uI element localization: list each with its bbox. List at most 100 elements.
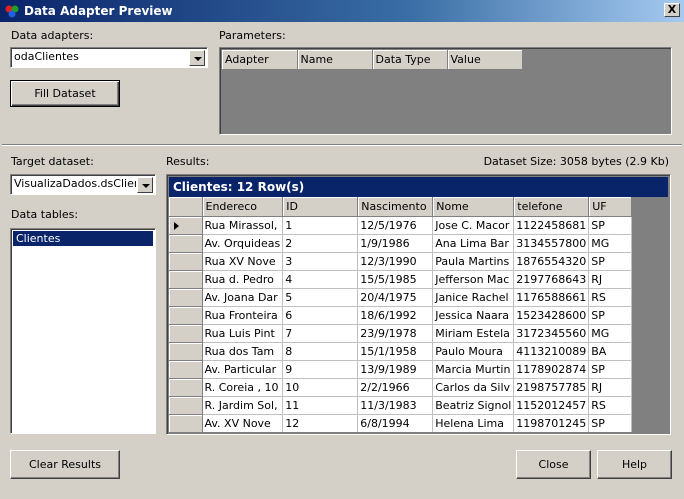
results-grid[interactable]: Clientes: 12 Row(s) Endereco ID Nascimento… — [166, 174, 671, 435]
row-selector[interactable] — [169, 252, 203, 271]
results-column-header[interactable]: ID — [282, 197, 359, 217]
table-cell[interactable]: Miriam Estela — [432, 324, 515, 343]
table-row[interactable]: Av. Orquideas 2 1/9/1986 Ana Lima Bar 313455… — [169, 234, 633, 253]
results-column-header[interactable]: Nome — [432, 197, 515, 217]
table-cell[interactable]: 2/2/1966 — [357, 378, 434, 397]
table-row[interactable]: Av. Joana Dar 5 20/4/1975 Janice Rachel 1176… — [169, 288, 633, 307]
param-column-header[interactable]: Adapter — [222, 50, 298, 70]
table-cell[interactable]: R. Jardim Sol, — [202, 396, 284, 415]
table-row[interactable]: R. Coreia , 10 10 2/2/1966 Carlos da Silv 21… — [169, 378, 633, 397]
row-selector[interactable] — [169, 324, 203, 343]
table-cell[interactable]: 20/4/1975 — [357, 288, 434, 307]
table-cell[interactable]: Rua Luis Pint — [202, 324, 284, 343]
list-item-clientes[interactable]: Clientes — [13, 231, 153, 246]
table-cell[interactable]: BA — [588, 342, 633, 361]
param-column-header[interactable]: Data Type — [372, 50, 448, 70]
table-row[interactable]: R. Jardim Sol, 11 11/3/1983 Beatriz Signol 1… — [169, 396, 633, 415]
row-selector[interactable] — [169, 378, 203, 397]
table-cell[interactable]: SP — [588, 414, 633, 432]
table-row[interactable]: Av. Particular 9 13/9/1989 Marcia Murtin 117… — [169, 360, 633, 379]
table-cell[interactable]: R. Coreia , 10 — [202, 378, 284, 397]
table-cell[interactable]: Rua Fronteira — [202, 306, 284, 325]
table-cell[interactable]: 3134557800 — [513, 234, 590, 253]
table-cell[interactable]: Janice Rachel — [432, 288, 515, 307]
table-cell[interactable]: Jessica Naara — [432, 306, 515, 325]
table-cell[interactable]: 10 — [282, 378, 359, 397]
table-cell[interactable]: 1178902874 — [513, 360, 590, 379]
clear-results-button[interactable]: Clear Results — [10, 450, 120, 479]
table-row[interactable]: Av. XV Nove 12 6/8/1994 Helena Lima 11987012… — [169, 414, 633, 432]
table-cell[interactable]: Av. Orquideas — [202, 234, 284, 253]
table-cell[interactable]: 7 — [282, 324, 359, 343]
table-cell[interactable]: 1/9/1986 — [357, 234, 434, 253]
results-table[interactable]: Endereco ID Nascimento Nome telefone UF Rua M… — [169, 197, 633, 432]
table-cell[interactable]: 3172345560 — [513, 324, 590, 343]
table-cell[interactable]: SP — [588, 360, 633, 379]
results-column-header[interactable]: UF — [588, 197, 633, 217]
table-cell[interactable]: Marcia Murtin — [432, 360, 515, 379]
table-cell[interactable]: RJ — [588, 378, 633, 397]
table-cell[interactable]: 5 — [282, 288, 359, 307]
param-column-header[interactable]: Value — [447, 50, 523, 70]
table-cell[interactable]: 9 — [282, 360, 359, 379]
table-cell[interactable]: Helena Lima — [432, 414, 515, 432]
table-cell[interactable]: Jose C. Macor — [432, 216, 515, 235]
table-row[interactable]: Rua d. Pedro 4 15/5/1985 Jefferson Mac 21977… — [169, 270, 633, 289]
table-cell[interactable]: 12/5/1976 — [357, 216, 434, 235]
table-cell[interactable]: 2 — [282, 234, 359, 253]
table-row[interactable]: Rua XV Nove 3 12/3/1990 Paula Martins 187655… — [169, 252, 633, 271]
close-window-button[interactable]: X — [664, 3, 680, 17]
table-row[interactable]: Rua Fronteira 6 18/6/1992 Jessica Naara 1523… — [169, 306, 633, 325]
table-cell[interactable]: Av. Joana Dar — [202, 288, 284, 307]
row-selector[interactable] — [169, 270, 203, 289]
table-cell[interactable]: 15/5/1985 — [357, 270, 434, 289]
table-cell[interactable]: MG — [588, 324, 633, 343]
results-column-header[interactable]: telefone — [513, 197, 590, 217]
table-cell[interactable]: Jefferson Mac — [432, 270, 515, 289]
table-cell[interactable]: Paula Martins — [432, 252, 515, 271]
table-cell[interactable]: 1152012457 — [513, 396, 590, 415]
target-dataset-combobox[interactable]: VisualizaDados.dsClientes — [10, 174, 156, 195]
row-selector[interactable] — [169, 414, 203, 432]
table-cell[interactable]: 15/1/1958 — [357, 342, 434, 361]
chevron-down-icon[interactable] — [189, 50, 205, 66]
table-row[interactable]: Rua dos Tam 8 15/1/1958 Paulo Moura 41132100… — [169, 342, 633, 361]
table-cell[interactable]: 12/3/1990 — [357, 252, 434, 271]
table-cell[interactable]: Rua Mirassol, — [202, 216, 284, 235]
table-cell[interactable]: Carlos da Silv — [432, 378, 515, 397]
table-cell[interactable]: Av. XV Nove — [202, 414, 284, 432]
data-tables-list[interactable]: Clientes — [10, 228, 156, 434]
parameters-grid[interactable]: Adapter Name Data Type Value — [219, 47, 672, 135]
results-column-header[interactable]: Endereco — [202, 197, 284, 217]
param-column-header[interactable]: Name — [297, 50, 373, 70]
row-selector[interactable] — [169, 396, 203, 415]
table-cell[interactable]: 1876554320 — [513, 252, 590, 271]
row-selector[interactable] — [169, 234, 203, 253]
table-cell[interactable]: MG — [588, 234, 633, 253]
row-selector[interactable] — [169, 288, 203, 307]
table-cell[interactable]: 13/9/1989 — [357, 360, 434, 379]
table-cell[interactable]: 1523428600 — [513, 306, 590, 325]
close-button[interactable]: Close — [516, 450, 591, 479]
table-cell[interactable]: 2198757785 — [513, 378, 590, 397]
row-selector[interactable] — [169, 360, 203, 379]
table-cell[interactable]: 1176588661 — [513, 288, 590, 307]
table-cell[interactable]: 4 — [282, 270, 359, 289]
table-cell[interactable]: 6/8/1994 — [357, 414, 434, 432]
table-cell[interactable]: 1198701245 — [513, 414, 590, 432]
table-cell[interactable]: Paulo Moura — [432, 342, 515, 361]
table-cell[interactable]: 1122458681 — [513, 216, 590, 235]
table-cell[interactable]: 2197768643 — [513, 270, 590, 289]
results-column-header[interactable]: Nascimento — [357, 197, 434, 217]
table-row[interactable]: Rua Luis Pint 7 23/9/1978 Miriam Estela 3172… — [169, 324, 633, 343]
chevron-down-icon[interactable] — [137, 177, 153, 193]
table-cell[interactable]: 23/9/1978 — [357, 324, 434, 343]
table-cell[interactable]: Beatriz Signol — [432, 396, 515, 415]
table-cell[interactable]: Av. Particular — [202, 360, 284, 379]
table-cell[interactable]: SP — [588, 306, 633, 325]
fill-dataset-button[interactable]: Fill Dataset — [10, 80, 120, 107]
table-cell[interactable]: 1 — [282, 216, 359, 235]
table-cell[interactable]: 4113210089 — [513, 342, 590, 361]
row-selector[interactable] — [169, 306, 203, 325]
table-cell[interactable]: SP — [588, 216, 633, 235]
